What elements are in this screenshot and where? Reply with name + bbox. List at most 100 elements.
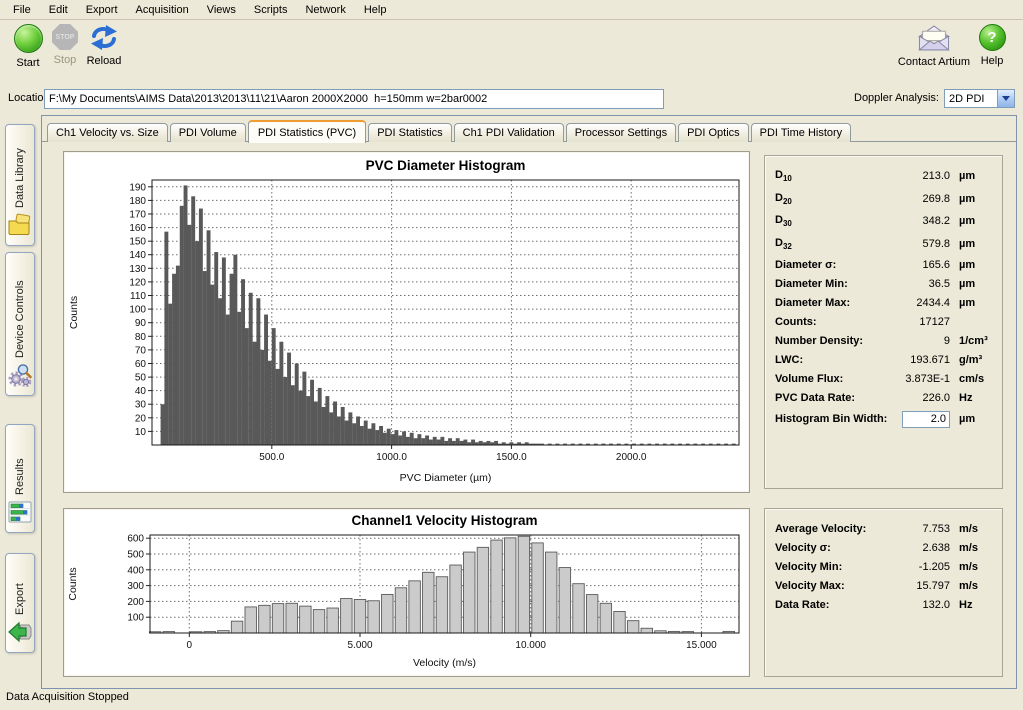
svg-text:15.000: 15.000 <box>686 640 717 651</box>
barchart-icon <box>7 499 33 528</box>
stat-unit: µm <box>950 170 992 182</box>
svg-text:70: 70 <box>135 345 147 356</box>
tab-pdi-volume[interactable]: PDI Volume <box>170 123 246 142</box>
stat-row-d30: D30348.2µm <box>775 210 992 233</box>
svg-text:10.000: 10.000 <box>515 640 546 651</box>
contact-artium-button[interactable]: Contact Artium <box>884 24 984 68</box>
chevron-down-icon <box>1002 96 1010 101</box>
stat-value: 269.8 <box>888 193 950 205</box>
stat-row-histogram-bin-width: Histogram Bin Width:µm <box>775 408 992 430</box>
pvc-diameter-histogram-chart: 1020304050607080901001101201301401501601… <box>64 152 749 492</box>
menu-item-file[interactable]: File <box>4 2 40 18</box>
svg-text:5.000: 5.000 <box>347 640 372 651</box>
doppler-analysis-select[interactable]: 2D PDI <box>944 89 1015 108</box>
svg-text:150: 150 <box>129 237 146 248</box>
stat-value: 17127 <box>888 316 950 328</box>
export-arrow-icon <box>7 619 33 648</box>
svg-text:140: 140 <box>129 250 146 261</box>
dropdown-arrow-button[interactable] <box>997 90 1014 107</box>
sidebar-item-label: Data Library <box>14 133 26 208</box>
stat-value: 579.8 <box>888 238 950 250</box>
svg-text:400: 400 <box>127 565 144 576</box>
tab-pdi-time-history[interactable]: PDI Time History <box>751 123 852 142</box>
menu-item-acquisition[interactable]: Acquisition <box>127 2 198 18</box>
menu-item-scripts[interactable]: Scripts <box>245 2 297 18</box>
stat-label: Histogram Bin Width: <box>775 413 888 425</box>
tab-processor-settings[interactable]: Processor Settings <box>566 123 676 142</box>
svg-text:0: 0 <box>187 640 193 651</box>
stat-value: 9 <box>888 335 950 347</box>
stat-unit: µm <box>950 259 992 271</box>
menu-item-help[interactable]: Help <box>355 2 396 18</box>
velocity-histogram-panel: 10020030040050060005.00010.00015.000Chan… <box>63 508 750 677</box>
stat-unit: m/s <box>950 561 992 573</box>
location-input[interactable] <box>44 89 664 109</box>
svg-text:120: 120 <box>129 277 146 288</box>
stat-unit: m/s <box>950 580 992 592</box>
sidebar-item-results[interactable]: Results <box>5 424 35 533</box>
svg-text:80: 80 <box>135 332 147 343</box>
stat-label: Velocity Min: <box>775 561 888 573</box>
sidebar-item-device-controls[interactable]: Device Controls <box>5 252 35 396</box>
tab-pdi-statistics[interactable]: PDI Statistics <box>368 123 451 142</box>
stat-row-number-density: Number Density:91/cm³ <box>775 331 992 350</box>
histogram-bin-width-input[interactable] <box>902 411 950 428</box>
stat-value: 15.797 <box>888 580 950 592</box>
contact-artium-label: Contact Artium <box>884 56 984 68</box>
status-text: Data Acquisition Stopped <box>6 691 129 703</box>
stat-label: Diameter Min: <box>775 278 888 290</box>
stat-unit: µm <box>950 215 992 227</box>
stat-unit: cm/s <box>950 373 992 385</box>
stat-label: Velocity Max: <box>775 580 888 592</box>
svg-text:50: 50 <box>135 373 147 384</box>
svg-text:2000.0: 2000.0 <box>616 452 647 463</box>
tab-pdi-optics[interactable]: PDI Optics <box>678 123 749 142</box>
velocity-statistics-panel: Average Velocity:7.753m/sVelocity σ:2.63… <box>764 508 1003 677</box>
svg-text:90: 90 <box>135 318 147 329</box>
stat-value: 213.0 <box>888 170 950 182</box>
stat-unit: m/s <box>950 523 992 535</box>
stat-value: -1.205 <box>888 561 950 573</box>
stat-label: Data Rate: <box>775 599 888 611</box>
tab-ch1-velocity-vs-size[interactable]: Ch1 Velocity vs. Size <box>47 123 168 142</box>
stat-label: Number Density: <box>775 335 888 347</box>
stat-row-average-velocity: Average Velocity:7.753m/s <box>775 519 992 538</box>
stat-label: Diameter σ: <box>775 259 888 271</box>
menu-item-network[interactable]: Network <box>296 2 354 18</box>
svg-text:10: 10 <box>135 427 147 438</box>
toolbar: Start STOP Stop Reload Contact Artium <box>0 21 1023 85</box>
stop-icon-text: STOP <box>56 34 75 41</box>
menu-item-export[interactable]: Export <box>77 2 127 18</box>
stat-label: LWC: <box>775 354 888 366</box>
menu-item-views[interactable]: Views <box>198 2 245 18</box>
gears-icon <box>7 362 33 391</box>
svg-text:Counts: Counts <box>68 296 80 329</box>
stat-row-d20: D20269.8µm <box>775 188 992 211</box>
stat-value: 226.0 <box>888 392 950 404</box>
stop-icon: STOP <box>52 24 78 50</box>
stat-value: 132.0 <box>888 599 950 611</box>
sidebar-item-export[interactable]: Export <box>5 553 35 653</box>
pvc-diameter-histogram-panel: 1020304050607080901001101201301401501601… <box>63 151 750 493</box>
svg-text:1000.0: 1000.0 <box>376 452 407 463</box>
tab-pdi-statistics-pvc[interactable]: PDI Statistics (PVC) <box>248 120 366 143</box>
status-bar: Data Acquisition Stopped <box>0 688 1023 710</box>
stat-value: 193.671 <box>888 354 950 366</box>
stat-value: 7.753 <box>888 523 950 535</box>
main-content-frame: Ch1 Velocity vs. SizePDI VolumePDI Stati… <box>41 115 1017 689</box>
tab-ch1-pdi-validation[interactable]: Ch1 PDI Validation <box>454 123 564 142</box>
help-button[interactable]: ? Help <box>970 24 1014 67</box>
svg-text:500.0: 500.0 <box>259 452 284 463</box>
svg-text:Channel1 Velocity Histogram: Channel1 Velocity Histogram <box>351 513 537 528</box>
stat-unit: g/m³ <box>950 354 992 366</box>
menu-item-edit[interactable]: Edit <box>40 2 77 18</box>
doppler-analysis-label: Doppler Analysis: <box>854 92 939 104</box>
reload-button[interactable]: Reload <box>77 24 131 67</box>
svg-text:Velocity (m/s): Velocity (m/s) <box>413 657 476 669</box>
stat-label: D20 <box>775 192 888 206</box>
svg-text:100: 100 <box>129 305 146 316</box>
stat-value: 3.873E-1 <box>888 373 950 385</box>
svg-text:PVC Diameter Histogram: PVC Diameter Histogram <box>366 158 526 173</box>
sidebar-item-data-library[interactable]: Data Library <box>5 124 35 246</box>
sidebar-item-label: Results <box>14 433 26 495</box>
